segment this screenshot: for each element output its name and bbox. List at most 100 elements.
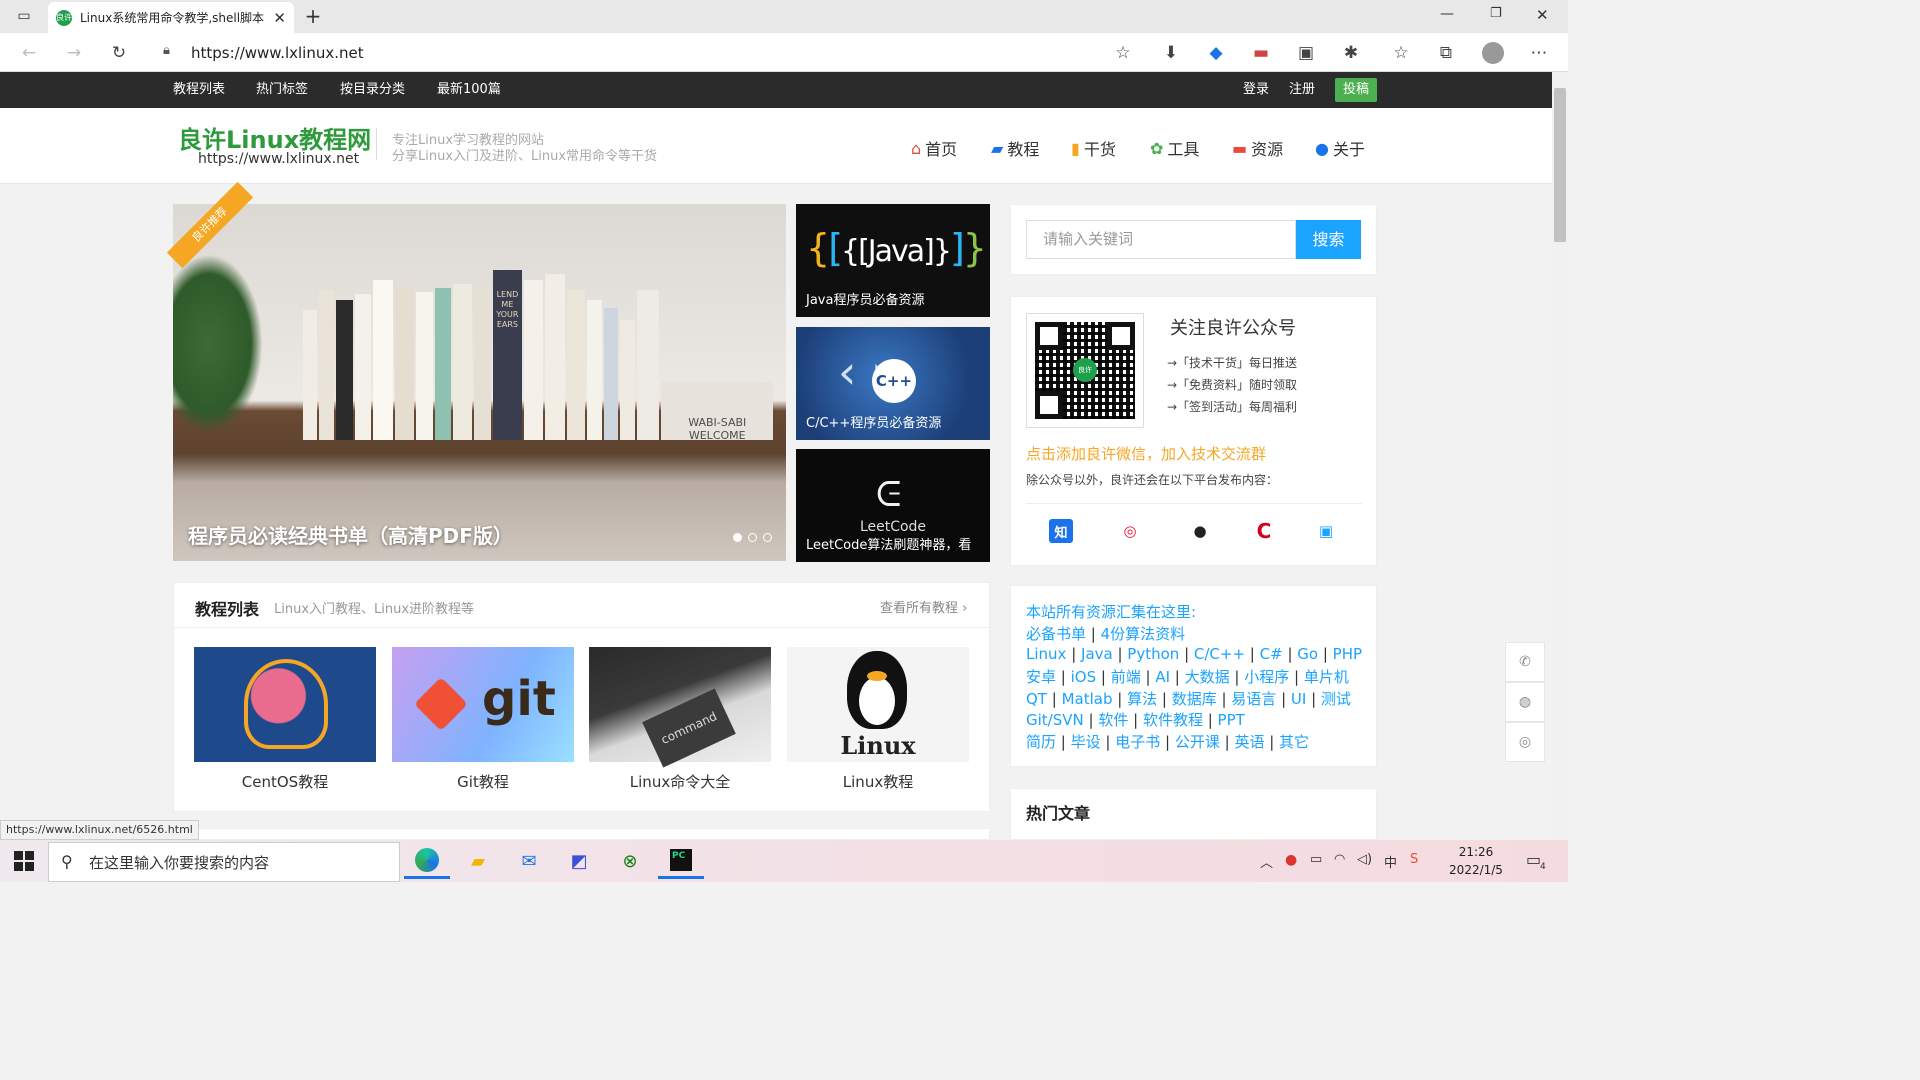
close-tab-icon[interactable]: ✕ bbox=[273, 9, 286, 27]
resource-link[interactable]: 简历 bbox=[1026, 733, 1056, 751]
minimize-icon[interactable]: — bbox=[1440, 6, 1454, 22]
menu-resources[interactable]: ▬ 资源 bbox=[1232, 136, 1283, 160]
submit-post-button[interactable]: 投稿 bbox=[1335, 78, 1377, 102]
resource-link[interactable]: 软件 bbox=[1098, 711, 1128, 729]
slider-caption[interactable]: 程序员必读经典书单（高清PDF版） bbox=[188, 520, 513, 549]
resource-link[interactable]: 小程序 bbox=[1244, 668, 1289, 686]
wifi-icon[interactable]: ◠ bbox=[1334, 852, 1345, 867]
pycharm-icon[interactable]: PC bbox=[658, 843, 704, 879]
menu-about[interactable]: ● 关于 bbox=[1315, 136, 1365, 160]
forward-icon[interactable]: → bbox=[61, 40, 87, 66]
lock-icon[interactable]: 🔒︎ bbox=[163, 43, 170, 58]
tutorial-label-command[interactable]: Linux命令大全 bbox=[589, 771, 771, 792]
close-window-icon[interactable]: ✕ bbox=[1536, 6, 1549, 24]
menu-tutorials[interactable]: ▰ 教程 bbox=[991, 136, 1039, 160]
resource-link[interactable]: 单片机 bbox=[1304, 668, 1349, 686]
resource-link[interactable]: Java bbox=[1081, 645, 1113, 663]
search-button[interactable]: 搜索 bbox=[1296, 220, 1361, 259]
browser-tab-active[interactable]: 良许 Linux系统常用命令教学,shell脚本 ✕ bbox=[48, 2, 294, 33]
resource-link[interactable]: 前端 bbox=[1111, 668, 1141, 686]
back-icon[interactable]: ← bbox=[16, 40, 42, 66]
resource-link[interactable]: 其它 bbox=[1279, 733, 1309, 751]
battery-icon[interactable]: ▭ bbox=[1310, 852, 1322, 867]
taskbar-search-input[interactable]: ⚲ 在这里输入你要搜索的内容 bbox=[48, 842, 400, 882]
favorite-star-icon[interactable]: ☆ bbox=[1110, 40, 1136, 66]
extension-panel-icon[interactable]: ▣ bbox=[1293, 40, 1319, 66]
resource-link[interactable]: 必备书单 bbox=[1026, 625, 1086, 643]
tab-actions-icon[interactable]: ▭ bbox=[14, 7, 34, 25]
tutorial-thumb-centos[interactable] bbox=[194, 647, 376, 762]
tutorial-label-centos[interactable]: CentOS教程 bbox=[194, 771, 376, 792]
login-link[interactable]: 登录 bbox=[1243, 72, 1269, 108]
topnav-hot-tags[interactable]: 热门标签 bbox=[256, 72, 308, 108]
tutorial-thumb-command[interactable]: command bbox=[589, 647, 771, 768]
sogou-input-icon[interactable]: S bbox=[1410, 852, 1418, 867]
site-logo[interactable]: 良许Linux教程网 bbox=[178, 120, 371, 155]
card-cpp[interactable]: ‹ › C++ C/C++程序员必备资源 bbox=[796, 327, 990, 440]
download-icon[interactable]: ⬇ bbox=[1158, 40, 1184, 66]
mail-icon[interactable]: ✉ bbox=[506, 843, 552, 879]
collections-icon[interactable]: ⧉ bbox=[1433, 40, 1459, 66]
topnav-categories[interactable]: 按目录分类 bbox=[340, 72, 405, 108]
add-wechat-link[interactable]: 点击添加良许微信，加入技术交流群 bbox=[1026, 443, 1266, 464]
maximize-icon[interactable]: ❐ bbox=[1490, 6, 1502, 21]
notification-icon[interactable]: ▭ bbox=[1526, 850, 1541, 869]
xbox-icon[interactable]: ⊗ bbox=[607, 843, 653, 879]
resource-link[interactable]: 毕设 bbox=[1071, 733, 1101, 751]
resource-link[interactable]: 算法 bbox=[1127, 690, 1157, 708]
card-java[interactable]: {[{[Java]}]} Java程序员必备资源 bbox=[796, 204, 990, 317]
file-explorer-icon[interactable]: ▰ bbox=[455, 843, 501, 879]
clock-date[interactable]: 2022/1/5 bbox=[1448, 863, 1504, 877]
resource-link[interactable]: AI bbox=[1155, 668, 1170, 686]
extensions-puzzle-icon[interactable]: ✱ bbox=[1338, 40, 1364, 66]
resource-link[interactable]: C# bbox=[1260, 645, 1283, 663]
slider-dot-2[interactable] bbox=[748, 533, 757, 542]
zhihu-icon[interactable]: 知 bbox=[1049, 519, 1073, 543]
menu-home[interactable]: ⌂ 首页 bbox=[911, 136, 957, 160]
csdn-icon[interactable]: C bbox=[1252, 519, 1276, 543]
topnav-tutorial-list[interactable]: 教程列表 bbox=[173, 72, 225, 108]
resource-link[interactable]: 4份算法资料 bbox=[1101, 625, 1186, 643]
refresh-icon[interactable]: ↻ bbox=[106, 40, 132, 66]
scrollbar-thumb[interactable] bbox=[1554, 88, 1566, 242]
tray-qq-icon[interactable]: ● bbox=[1285, 852, 1297, 868]
tutorial-label-linux[interactable]: Linux教程 bbox=[787, 771, 969, 792]
resource-link[interactable]: Python bbox=[1127, 645, 1179, 663]
menu-tools[interactable]: ✿ 工具 bbox=[1150, 136, 1199, 160]
tutorial-thumb-git[interactable]: git bbox=[392, 647, 574, 762]
resource-link[interactable]: 电子书 bbox=[1115, 733, 1160, 751]
ime-indicator[interactable]: 中 bbox=[1384, 852, 1397, 871]
search-input[interactable]: 请输入关键词 bbox=[1026, 220, 1296, 259]
resource-link[interactable]: 软件教程 bbox=[1143, 711, 1203, 729]
resource-link[interactable]: UI bbox=[1291, 690, 1306, 708]
card-leetcode[interactable]: ᕮ LeetCode LeetCode算法刷题神器，看 bbox=[796, 449, 990, 562]
topnav-latest-100[interactable]: 最新100篇 bbox=[437, 72, 501, 108]
resource-link[interactable]: Matlab bbox=[1062, 690, 1113, 708]
menu-goods[interactable]: ▮ 干货 bbox=[1071, 136, 1116, 160]
vs-code-icon[interactable]: ◩ bbox=[556, 843, 602, 879]
tutorial-label-git[interactable]: Git教程 bbox=[392, 771, 574, 792]
clock-time[interactable]: 21:26 bbox=[1448, 845, 1504, 859]
slider-dot-1[interactable] bbox=[733, 533, 742, 542]
profile-avatar-icon[interactable] bbox=[1480, 40, 1506, 66]
weibo-float-icon[interactable]: ◎ bbox=[1505, 722, 1545, 762]
volume-icon[interactable]: ◁) bbox=[1357, 852, 1372, 867]
resource-link[interactable]: QT bbox=[1026, 690, 1047, 708]
resource-link[interactable]: 测试 bbox=[1321, 690, 1351, 708]
url-input[interactable]: 🔒︎ https://www.lxlinux.net bbox=[147, 37, 1145, 68]
edge-taskbar-icon[interactable] bbox=[404, 843, 450, 879]
github-icon[interactable]: ● bbox=[1188, 519, 1212, 543]
new-tab-icon[interactable]: + bbox=[302, 4, 324, 28]
wechat-float-icon[interactable]: ◍ bbox=[1505, 682, 1545, 722]
extension-bird-icon[interactable]: ◆ bbox=[1203, 40, 1229, 66]
resource-link[interactable]: 易语言 bbox=[1231, 690, 1276, 708]
tutorial-thumb-linux[interactable]: Linux bbox=[787, 647, 969, 762]
resource-link[interactable]: iOS bbox=[1071, 668, 1097, 686]
resource-link[interactable]: 安卓 bbox=[1026, 668, 1056, 686]
resource-link[interactable]: Linux bbox=[1026, 645, 1066, 663]
tray-chevron-icon[interactable]: ︿ bbox=[1260, 852, 1273, 871]
resource-link[interactable]: PPT bbox=[1218, 711, 1245, 729]
phone-float-icon[interactable]: ✆ bbox=[1505, 642, 1545, 682]
bilibili-icon[interactable]: ▣ bbox=[1314, 519, 1338, 543]
resource-link[interactable]: 英语 bbox=[1234, 733, 1264, 751]
